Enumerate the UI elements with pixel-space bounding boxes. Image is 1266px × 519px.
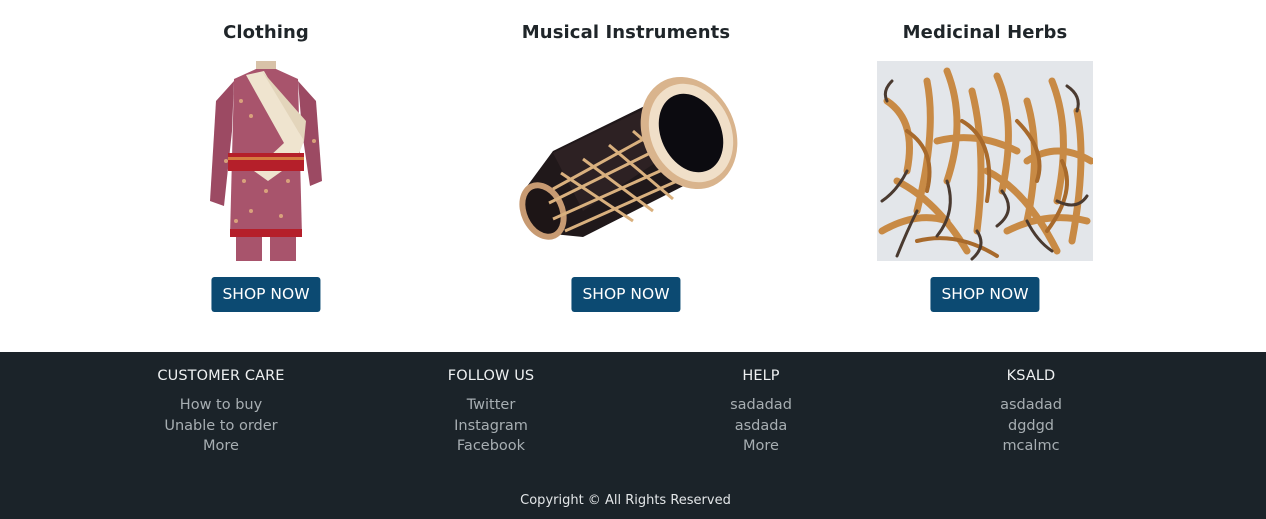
footer-link-instagram[interactable]: Instagram bbox=[454, 418, 528, 434]
product-title: Clothing bbox=[223, 22, 309, 43]
footer-column-help: HELP sadadad asdada More bbox=[631, 368, 891, 457]
footer-link-more[interactable]: More bbox=[743, 438, 779, 454]
footer-link-asdadad[interactable]: asdadad bbox=[1000, 397, 1062, 413]
product-title: Musical Instruments bbox=[521, 22, 731, 43]
product-categories: Clothing SHOP NOW Musical Instruments SH… bbox=[0, 0, 1266, 352]
copyright-text: Copyright © All Rights Reserved bbox=[520, 493, 731, 508]
footer-link-twitter[interactable]: Twitter bbox=[467, 397, 516, 413]
footer-link-dgdgd[interactable]: dgdgd bbox=[1008, 418, 1054, 434]
footer-heading: CUSTOMER CARE bbox=[157, 368, 285, 384]
footer-column-ksald: KSALD asdadad dgdgd mcalmc bbox=[901, 368, 1161, 457]
footer-link-sadadad[interactable]: sadadad bbox=[730, 397, 792, 413]
footer-link-how-to-buy[interactable]: How to buy bbox=[180, 397, 262, 413]
shop-now-button[interactable]: SHOP NOW bbox=[571, 277, 681, 312]
shop-now-button[interactable]: SHOP NOW bbox=[930, 277, 1040, 312]
footer-link-unable-to-order[interactable]: Unable to order bbox=[164, 418, 277, 434]
footer-heading: HELP bbox=[742, 368, 780, 384]
cordyceps-herbs-image[interactable] bbox=[877, 61, 1095, 261]
footer-link-more[interactable]: More bbox=[203, 438, 239, 454]
site-footer: CUSTOMER CARE How to buy Unable to order… bbox=[0, 352, 1266, 519]
shop-now-button[interactable]: SHOP NOW bbox=[211, 277, 321, 312]
madal-drum-image[interactable] bbox=[513, 61, 739, 261]
footer-link-asdada[interactable]: asdada bbox=[735, 418, 788, 434]
product-title: Medicinal Herbs bbox=[902, 22, 1068, 43]
footer-link-facebook[interactable]: Facebook bbox=[457, 438, 525, 454]
footer-link-mcalmc[interactable]: mcalmc bbox=[1002, 438, 1059, 454]
traditional-clothing-image[interactable] bbox=[206, 61, 326, 261]
footer-heading: KSALD bbox=[1006, 368, 1056, 384]
footer-column-customer-care: CUSTOMER CARE How to buy Unable to order… bbox=[91, 368, 351, 457]
footer-column-follow-us: FOLLOW US Twitter Instagram Facebook bbox=[361, 368, 621, 457]
footer-heading: FOLLOW US bbox=[447, 368, 535, 384]
